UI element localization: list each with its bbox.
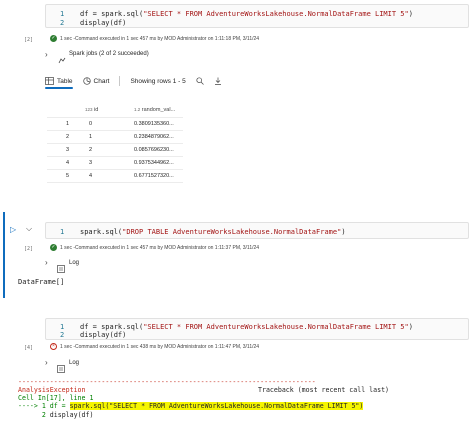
code-line-1: spark.sql("DROP TABLE AdventureWorksLake… [80, 228, 346, 236]
highlighted-code: spark.sql("SELECT * FROM AdventureWorksL… [69, 402, 364, 410]
spark-icon [58, 51, 66, 64]
tab-chart[interactable]: Chart [82, 74, 110, 88]
cell-status: ✓ 1 sec -Command executed in 1 sec 457 m… [50, 35, 259, 42]
table-row: 3 2 0.0857696230... [47, 143, 183, 157]
toolbar-divider [119, 76, 121, 86]
chevron-right-icon[interactable]: › [45, 50, 48, 59]
error-line-2: 2 display(df) [41, 411, 94, 419]
log-icon [57, 360, 65, 378]
table-row: 4 3 0.9375344962... [47, 156, 183, 170]
error-icon: × [50, 343, 57, 350]
line-number: 1 [60, 323, 65, 331]
execution-count: [4] [24, 345, 34, 351]
code-line-2: display(df) [80, 331, 127, 339]
tab-chart-label: Chart [93, 77, 110, 85]
log-label[interactable]: Log [69, 360, 79, 366]
table-row: 1 0 0.3809135360... [47, 117, 183, 131]
chart-icon [82, 77, 91, 85]
line-number: 1 [60, 228, 65, 236]
output-toolbar: Table Chart Showing rows 1 - 5 [45, 74, 222, 89]
status-text: 1 sec -Command executed in 1 sec 438 ms … [60, 343, 260, 350]
execution-count: [2] [24, 37, 34, 43]
chevron-right-icon[interactable]: › [45, 258, 48, 267]
results-table: 123 id 1.2 random_val... 1 0 0.3809135360.… [47, 104, 183, 183]
column-header-id[interactable]: 123 id [77, 104, 131, 118]
error-line-1: ----> 1 df = spark.sql("SELECT * FROM Ad… [18, 402, 364, 410]
status-text: 1 sec -Command executed in 1 sec 457 ms … [60, 244, 260, 251]
download-icon[interactable] [214, 77, 222, 85]
code-cell-3[interactable]: 1 df = spark.sql("SELECT * FROM Adventur… [45, 318, 469, 340]
success-check-icon: ✓ [50, 244, 57, 251]
index-header [47, 104, 77, 118]
chevron-right-icon[interactable]: › [45, 358, 48, 367]
log-icon [57, 260, 65, 278]
cell-output: DataFrame[] [18, 278, 65, 286]
spark-jobs-label[interactable]: Spark jobs (2 of 2 succeeded) [69, 51, 149, 57]
cell-status: × 1 sec -Command executed in 1 sec 438 m… [50, 343, 259, 350]
table-row: 2 1 0.2384879062... [47, 130, 183, 144]
code-cell-1[interactable]: 1 df = spark.sql("SELECT * FROM Adventur… [45, 4, 469, 28]
chevron-down-icon[interactable]: ⌵ [26, 224, 32, 234]
error-separator: ----------------------------------------… [18, 378, 316, 386]
log-label[interactable]: Log [69, 260, 79, 266]
run-cell-icon[interactable]: ▷ [10, 225, 16, 234]
code-line-1: df = spark.sql("SELECT * FROM AdventureW… [80, 10, 413, 18]
tab-table[interactable]: Table [45, 74, 73, 89]
rows-count-label: Showing rows 1 - 5 [130, 77, 186, 85]
code-cell-2[interactable]: 1 spark.sql("DROP TABLE AdventureWorksLa… [45, 222, 469, 239]
tab-table-label: Table [57, 77, 73, 85]
table-header-row: 123 id 1.2 random_val... [47, 104, 183, 118]
success-check-icon: ✓ [50, 35, 57, 42]
cell-reference: Cell In[17], line 1 [18, 394, 94, 402]
line-number: 2 [60, 331, 65, 339]
column-header-random-value[interactable]: 1.2 random_val... [131, 104, 183, 118]
exception-name: AnalysisException [18, 386, 86, 394]
execution-count: [2] [24, 246, 34, 252]
cell-status: ✓ 1 sec -Command executed in 1 sec 457 m… [50, 244, 259, 251]
code-line-2: display(df) [80, 19, 127, 27]
line-number: 2 [60, 19, 65, 27]
traceback-header: Traceback (most recent call last) [258, 386, 390, 394]
code-line-1: df = spark.sql("SELECT * FROM AdventureW… [80, 323, 413, 331]
table-row: 5 4 0.6771527320... [47, 169, 183, 183]
status-text: 1 sec -Command executed in 1 sec 457 ms … [60, 35, 260, 42]
search-icon[interactable] [196, 77, 204, 85]
table-icon [45, 77, 54, 85]
line-number: 1 [60, 10, 65, 18]
active-cell-indicator [3, 212, 5, 298]
